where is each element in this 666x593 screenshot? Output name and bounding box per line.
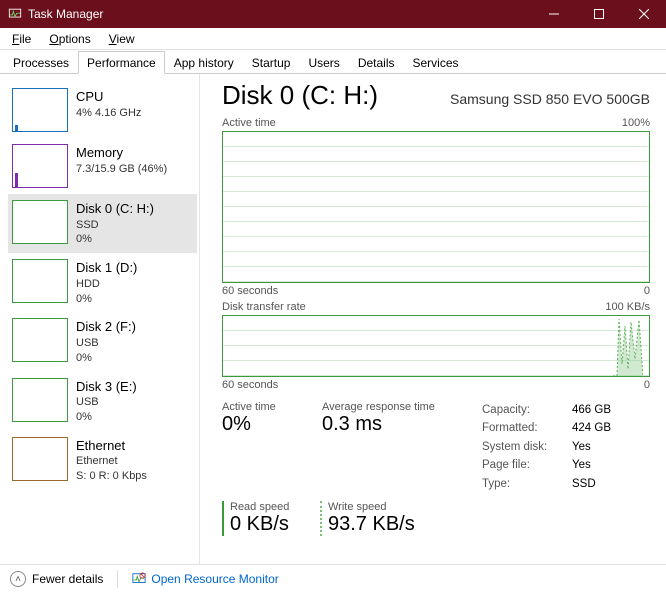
cpu-thumbnail-icon <box>12 88 68 132</box>
sidebar-item-disk1[interactable]: Disk 1 (D:) HDD 0% <box>8 253 197 312</box>
content: CPU 4% 4.16 GHz Memory 7.3/15.9 GB (46%)… <box>0 74 666 564</box>
formatted-val: 424 GB <box>572 419 611 437</box>
tab-services[interactable]: Services <box>404 51 468 74</box>
active-time-chart[interactable] <box>222 131 650 283</box>
sidebar-item-label: Memory <box>76 144 167 162</box>
tabbar: Processes Performance App history Startu… <box>0 50 666 74</box>
sidebar-item-sub: 0% <box>76 351 136 366</box>
resource-monitor-label: Open Resource Monitor <box>151 572 278 586</box>
ethernet-thumbnail-icon <box>12 437 68 481</box>
sidebar-item-sub: S: 0 R: 0 Kbps <box>76 469 147 484</box>
sidebar-item-sub: 0% <box>76 410 137 425</box>
tab-startup[interactable]: Startup <box>243 51 300 74</box>
sidebar-item-sub: HDD <box>76 277 137 292</box>
menubar: File Options View <box>0 28 666 50</box>
sysdisk-val: Yes <box>572 438 591 456</box>
tab-processes[interactable]: Processes <box>4 51 78 74</box>
sidebar-item-label: Disk 0 (C: H:) <box>76 200 154 218</box>
disk-thumbnail-icon <box>12 378 68 422</box>
resource-monitor-icon <box>132 572 146 586</box>
minimize-button[interactable] <box>531 0 576 28</box>
chart1-xmax: 0 <box>644 285 650 297</box>
menu-file[interactable]: File <box>4 30 39 48</box>
tab-users[interactable]: Users <box>299 51 348 74</box>
type-val: SSD <box>572 475 596 493</box>
chart2-xmax: 0 <box>644 379 650 391</box>
app-icon <box>8 7 22 21</box>
sidebar-item-cpu[interactable]: CPU 4% 4.16 GHz <box>8 82 197 138</box>
tab-performance[interactable]: Performance <box>78 51 165 74</box>
titlebar: Task Manager <box>0 0 666 28</box>
active-time-label: Active time <box>222 401 322 413</box>
sidebar-item-label: Ethernet <box>76 437 147 455</box>
pagefile-val: Yes <box>572 456 591 474</box>
disk-thumbnail-icon <box>12 259 68 303</box>
divider <box>117 570 118 588</box>
formatted-key: Formatted: <box>482 419 572 437</box>
maximize-button[interactable] <box>576 0 621 28</box>
sidebar-item-disk3[interactable]: Disk 3 (E:) USB 0% <box>8 372 197 431</box>
pagefile-key: Page file: <box>482 456 572 474</box>
sidebar-item-label: Disk 3 (E:) <box>76 378 137 396</box>
sidebar-item-disk2[interactable]: Disk 2 (F:) USB 0% <box>8 312 197 371</box>
sidebar-item-sub: SSD <box>76 218 154 233</box>
sidebar-item-sub: 7.3/15.9 GB (46%) <box>76 162 167 177</box>
sidebar-item-disk0[interactable]: Disk 0 (C: H:) SSD 0% <box>8 194 197 253</box>
open-resource-monitor-link[interactable]: Open Resource Monitor <box>132 572 278 586</box>
write-speed-label: Write speed <box>328 501 418 513</box>
fewer-details-button[interactable]: ˄ Fewer details <box>10 571 103 587</box>
window-title: Task Manager <box>28 7 103 21</box>
read-speed-value: 0 KB/s <box>230 513 320 536</box>
transfer-rate-chart[interactable] <box>222 315 650 377</box>
sidebar-item-memory[interactable]: Memory 7.3/15.9 GB (46%) <box>8 138 197 194</box>
chart2-xmin: 60 seconds <box>222 379 278 391</box>
tab-details[interactable]: Details <box>349 51 404 74</box>
chevron-up-icon: ˄ <box>10 571 26 587</box>
fewer-details-label: Fewer details <box>32 572 103 586</box>
memory-thumbnail-icon <box>12 144 68 188</box>
sidebar-item-label: Disk 1 (D:) <box>76 259 137 277</box>
sysdisk-key: System disk: <box>482 438 572 456</box>
avg-response-value: 0.3 ms <box>322 413 482 436</box>
sidebar-item-sub: 0% <box>76 292 137 307</box>
disk-thumbnail-icon <box>12 200 68 244</box>
disk-thumbnail-icon <box>12 318 68 362</box>
maximize-icon <box>594 9 604 19</box>
sidebar-item-sub: USB <box>76 336 136 351</box>
capacity-key: Capacity: <box>482 401 572 419</box>
sidebar-item-sub: Ethernet <box>76 454 147 469</box>
sidebar-item-label: Disk 2 (F:) <box>76 318 136 336</box>
chart1-xmin: 60 seconds <box>222 285 278 297</box>
page-title: Disk 0 (C: H:) <box>222 80 378 111</box>
chart2-label: Disk transfer rate <box>222 301 306 313</box>
write-spike-icon <box>613 314 643 376</box>
capacity-val: 466 GB <box>572 401 611 419</box>
sidebar-item-ethernet[interactable]: Ethernet Ethernet S: 0 R: 0 Kbps <box>8 431 197 490</box>
menu-options[interactable]: Options <box>41 30 98 48</box>
device-model: Samsung SSD 850 EVO 500GB <box>450 91 650 107</box>
close-icon <box>639 9 649 19</box>
chart1-label: Active time <box>222 117 276 129</box>
footer: ˄ Fewer details Open Resource Monitor <box>0 564 666 593</box>
sidebar-item-sub: 4% 4.16 GHz <box>76 106 141 121</box>
menu-view[interactable]: View <box>101 30 143 48</box>
avg-response-label: Average response time <box>322 401 482 413</box>
type-key: Type: <box>482 475 572 493</box>
active-time-value: 0% <box>222 413 322 436</box>
sidebar[interactable]: CPU 4% 4.16 GHz Memory 7.3/15.9 GB (46%)… <box>0 74 200 564</box>
minimize-icon <box>549 9 559 19</box>
sidebar-item-label: CPU <box>76 88 141 106</box>
read-speed-label: Read speed <box>230 501 320 513</box>
main-panel: Disk 0 (C: H:) Samsung SSD 850 EVO 500GB… <box>200 74 666 564</box>
chart1-max: 100% <box>622 117 650 129</box>
sidebar-item-sub: USB <box>76 395 137 410</box>
tab-app-history[interactable]: App history <box>165 51 243 74</box>
close-button[interactable] <box>621 0 666 28</box>
write-speed-value: 93.7 KB/s <box>328 513 418 536</box>
chart2-max: 100 KB/s <box>605 301 650 313</box>
sidebar-item-sub: 0% <box>76 232 154 247</box>
